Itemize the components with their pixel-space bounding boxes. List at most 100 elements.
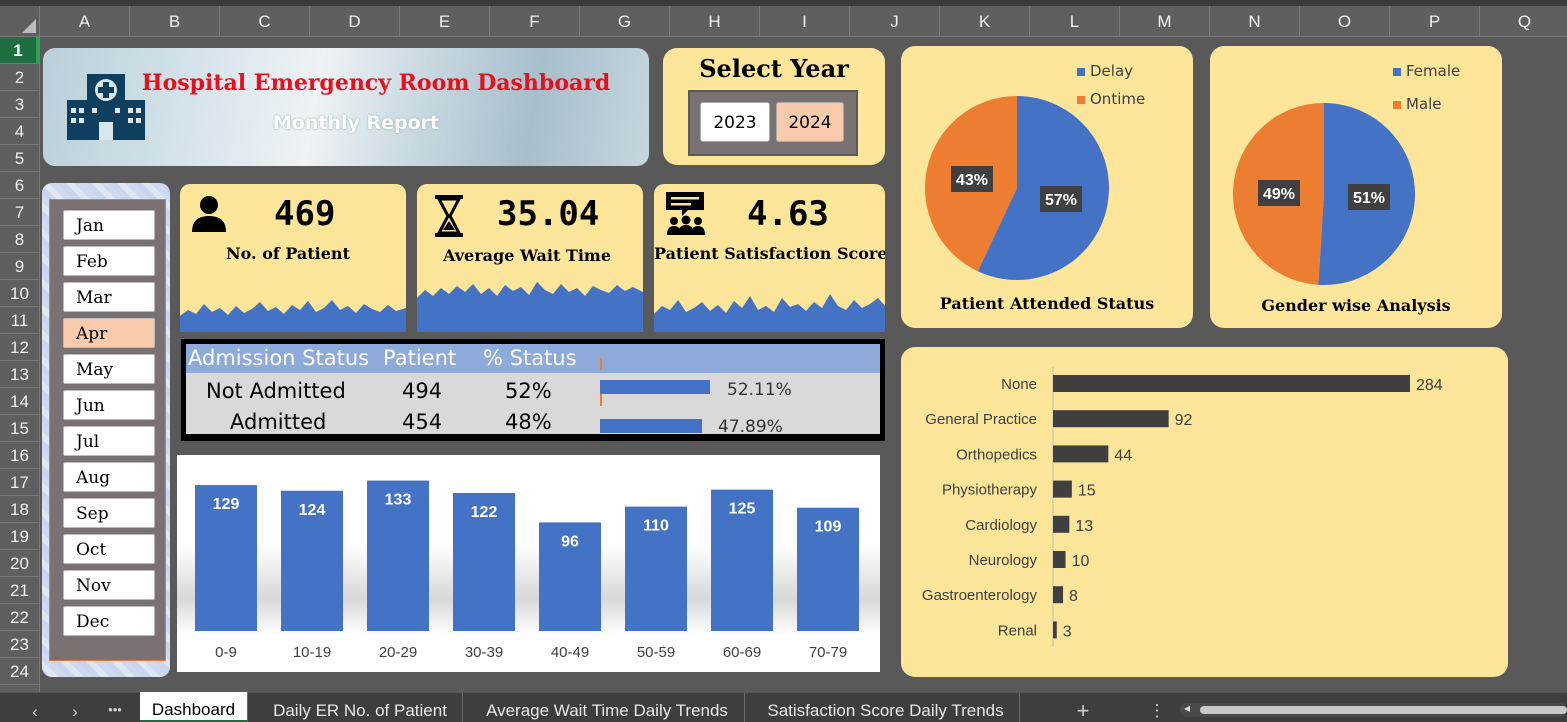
age-bar-label: 133 [385, 492, 412, 509]
month-button-mar[interactable]: Mar [63, 282, 155, 312]
gender-analysis-title: Gender wise Analysis [1261, 296, 1451, 315]
row-header-24[interactable]: 24 [0, 658, 39, 685]
dept-value-label: 92 [1175, 412, 1193, 429]
dept-bar-gastroenterology[interactable] [1053, 586, 1064, 604]
column-header-j[interactable]: J [850, 6, 940, 37]
row-header-1[interactable]: 1 [0, 37, 39, 64]
column-header-h[interactable]: H [670, 6, 760, 37]
column-header-p[interactable]: P [1390, 6, 1480, 37]
row-header-6[interactable]: 6 [0, 172, 39, 199]
row-header-22[interactable]: 22 [0, 604, 39, 631]
row-header-5[interactable]: 5 [0, 145, 39, 172]
row-header-21[interactable]: 21 [0, 577, 39, 604]
month-button-may[interactable]: May [63, 354, 155, 384]
header-pct-status: % Status [483, 346, 577, 370]
column-header-g[interactable]: G [580, 6, 670, 37]
month-button-aug[interactable]: Aug [63, 462, 155, 492]
row-header-7[interactable]: 7 [0, 199, 39, 226]
row-header-3[interactable]: 3 [0, 91, 39, 118]
scroll-left-arrow-icon[interactable]: ◂ [1184, 701, 1190, 715]
column-header-q[interactable]: Q [1480, 6, 1567, 37]
dept-bar-renal[interactable] [1053, 621, 1057, 639]
tab-average-wait-time-trends[interactable]: Average Wait Time Daily Trends [470, 693, 745, 722]
tab-daily-er-patients[interactable]: Daily ER No. of Patient [258, 693, 463, 722]
month-button-oct[interactable]: Oct [63, 534, 155, 564]
column-header-i[interactable]: I [760, 6, 850, 37]
row-header-8[interactable]: 8 [0, 226, 39, 253]
age-group-chart-svg: 129 0-9 124 10-19 133 20-29 122 30-39 96 40-49 110… [177, 480, 880, 661]
month-button-apr[interactable]: Apr [63, 318, 155, 348]
row-header-2[interactable]: 2 [0, 64, 39, 91]
add-sheet-button[interactable]: + [1068, 693, 1098, 722]
year-button-2024[interactable]: 2024 [776, 102, 844, 142]
age-category-label: 40-49 [551, 644, 589, 661]
tab-scroll-right-icon[interactable]: › [60, 693, 90, 722]
row-header-13[interactable]: 13 [0, 361, 39, 388]
horizontal-scrollbar[interactable]: ◂ [1180, 701, 1567, 717]
month-button-nov[interactable]: Nov [63, 570, 155, 600]
column-header-c[interactable]: C [220, 6, 310, 37]
dept-bar-neurology[interactable] [1053, 551, 1066, 568]
admission-table-header: Admission Status Patient % Status [186, 344, 880, 373]
row-header-10[interactable]: 10 [0, 280, 39, 307]
dept-bar-orthopedics[interactable] [1053, 445, 1109, 463]
dept-bar-cardiology[interactable] [1053, 515, 1070, 533]
month-button-jul[interactable]: Jul [63, 426, 155, 456]
row-header-16[interactable]: 16 [0, 442, 39, 469]
select-all-corner[interactable] [0, 6, 40, 37]
month-button-sep[interactable]: Sep [63, 498, 155, 528]
attended-status-pie: 57% 43% [925, 96, 1109, 280]
age-category-label: 70-79 [809, 644, 847, 661]
legend-label-delay: Delay [1090, 62, 1134, 80]
row-header-23[interactable]: 23 [0, 631, 39, 658]
column-header-e[interactable]: E [400, 6, 490, 37]
sheet-options-icon[interactable]: ⋮ [1142, 693, 1172, 722]
column-header-f[interactable]: F [490, 6, 580, 37]
row-pct-admitted: 48% [505, 410, 552, 434]
dept-bar-none[interactable] [1053, 375, 1410, 392]
age-bar-label: 125 [729, 501, 756, 518]
dept-category-label: Physiotherapy [942, 482, 1038, 499]
legend-swatch-delay [1077, 67, 1085, 76]
year-selector-panel: Select Year 2023 2024 [663, 48, 885, 165]
year-button-2023[interactable]: 2023 [700, 102, 770, 142]
column-header-a[interactable]: A [40, 6, 130, 37]
tab-satisfaction-score-trends[interactable]: Satisfaction Score Daily Trends [752, 693, 1020, 722]
column-header-d[interactable]: D [310, 6, 400, 37]
header-patient: Patient [383, 346, 457, 370]
month-slicer-frame: Jan Feb Mar Apr May Jun Jul Aug Sep Oct Nov Dec [42, 183, 170, 677]
tab-more-button[interactable]: ••• [100, 693, 130, 722]
row-header-15[interactable]: 15 [0, 415, 39, 442]
column-header-n[interactable]: N [1210, 6, 1300, 37]
column-header-b[interactable]: B [130, 6, 220, 37]
attended-status-panel: 57% 43% Delay Ontime Patient Attended Sta… [901, 46, 1193, 328]
month-button-feb[interactable]: Feb [63, 246, 155, 276]
row-header-19[interactable]: 19 [0, 523, 39, 550]
databar-label-admitted: 47.89% [718, 417, 783, 437]
row-header-11[interactable]: 11 [0, 307, 39, 334]
databar-admitted [600, 419, 702, 433]
kpi-card-wait-time: 35.04 Average Wait Time [417, 184, 643, 332]
patients-sparkline [180, 300, 406, 332]
month-button-dec[interactable]: Dec [63, 606, 155, 636]
column-header-o[interactable]: O [1300, 6, 1390, 37]
column-header-k[interactable]: K [940, 6, 1030, 37]
tab-dashboard[interactable]: Dashboard [140, 692, 248, 722]
row-header-12[interactable]: 12 [0, 334, 39, 361]
tab-scroll-left-icon[interactable]: ‹ [20, 693, 50, 722]
scrollbar-thumb[interactable] [1200, 706, 1567, 714]
column-header-l[interactable]: L [1030, 6, 1120, 37]
column-header-m[interactable]: M [1120, 6, 1210, 37]
row-header-20[interactable]: 20 [0, 550, 39, 577]
month-button-jun[interactable]: Jun [63, 390, 155, 420]
row-header-9[interactable]: 9 [0, 253, 39, 280]
row-header-18[interactable]: 18 [0, 496, 39, 523]
dept-value-label: 3 [1063, 623, 1072, 640]
dept-bar-general-practice[interactable] [1053, 410, 1169, 428]
dept-bar-physiotherapy[interactable] [1053, 480, 1072, 498]
row-header-14[interactable]: 14 [0, 388, 39, 415]
row-header-17[interactable]: 17 [0, 469, 39, 496]
month-button-jan[interactable]: Jan [63, 210, 155, 240]
age-bar-label: 96 [561, 533, 579, 550]
row-header-4[interactable]: 4 [0, 118, 39, 145]
